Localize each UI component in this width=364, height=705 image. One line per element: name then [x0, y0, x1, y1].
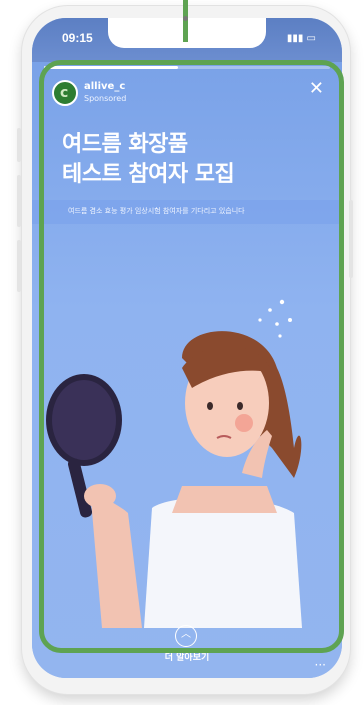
status-icons: ▮▮▮ ▭: [287, 33, 316, 44]
phone-side-button: [17, 175, 21, 227]
highlight-connector: [183, 0, 188, 42]
status-time: 09:15: [62, 31, 93, 45]
phone-side-button: [17, 240, 21, 292]
camera-dot: [183, 16, 188, 21]
battery-icon: ▭: [306, 33, 316, 44]
highlight-frame: [39, 60, 344, 653]
phone-side-button: [349, 200, 353, 278]
signal-icon: ▮▮▮: [286, 33, 304, 44]
more-icon[interactable]: ···: [315, 658, 326, 672]
phone-side-button: [17, 128, 21, 162]
